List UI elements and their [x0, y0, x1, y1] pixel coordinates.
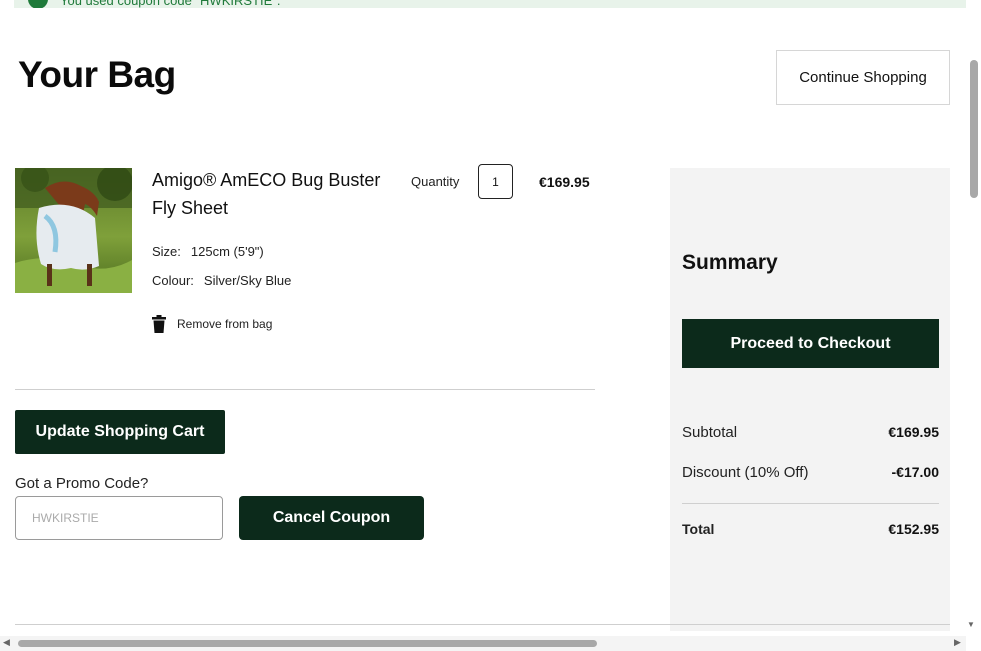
- page-title: Your Bag: [18, 54, 176, 95]
- scroll-right-arrow-icon[interactable]: ▶: [954, 637, 961, 648]
- discount-label: Discount (10% Off): [682, 464, 809, 481]
- subtotal-label: Subtotal: [682, 424, 738, 441]
- subtotal-row: Subtotal €169.95: [682, 424, 939, 441]
- size-attribute: Size: 125cm (5'9"): [152, 244, 264, 259]
- quantity-input[interactable]: [478, 164, 513, 199]
- product-name[interactable]: Amigo® AmECO Bug Buster Fly Sheet: [152, 166, 382, 222]
- remove-from-bag-label: Remove from bag: [177, 317, 273, 331]
- remove-from-bag-button[interactable]: Remove from bag: [152, 315, 272, 333]
- subtotal-value: €169.95: [888, 424, 939, 440]
- promo-code-input[interactable]: [15, 496, 223, 540]
- order-summary-panel: [670, 168, 950, 631]
- promo-code-label: Got a Promo Code?: [15, 475, 149, 492]
- colour-label: Colour:: [152, 273, 194, 288]
- product-image[interactable]: [15, 168, 132, 293]
- summary-title: Summary: [682, 251, 778, 274]
- horse-fly-sheet-photo: [15, 168, 132, 293]
- update-shopping-cart-button[interactable]: Update Shopping Cart: [15, 410, 225, 454]
- discount-value: -€17.00: [891, 464, 939, 480]
- coupon-success-message: You used coupon code "HWKIRSTIE".: [60, 0, 281, 8]
- item-price: €169.95: [539, 174, 590, 190]
- proceed-to-checkout-button[interactable]: Proceed to Checkout: [682, 319, 939, 368]
- scroll-left-arrow-icon[interactable]: ◀: [3, 637, 10, 648]
- size-label: Size:: [152, 244, 181, 259]
- colour-attribute: Colour: Silver/Sky Blue: [152, 273, 291, 288]
- cancel-coupon-button[interactable]: Cancel Coupon: [239, 496, 424, 540]
- continue-shopping-button[interactable]: Continue Shopping: [776, 50, 950, 105]
- size-value: 125cm (5'9"): [190, 244, 264, 259]
- coupon-success-banner: You used coupon code "HWKIRSTIE".: [14, 0, 966, 8]
- item-divider: [15, 389, 595, 390]
- page-bottom-divider: [15, 624, 950, 625]
- horizontal-scrollbar-thumb[interactable]: [18, 640, 597, 647]
- trash-icon: [152, 315, 166, 333]
- scroll-down-arrow-icon[interactable]: ▼: [967, 620, 975, 629]
- discount-row: Discount (10% Off) -€17.00: [682, 464, 939, 481]
- colour-value: Silver/Sky Blue: [203, 273, 292, 288]
- total-label: Total: [682, 521, 715, 537]
- total-value: €152.95: [888, 521, 939, 537]
- quantity-label: Quantity: [411, 174, 460, 189]
- check-icon: [28, 0, 48, 8]
- vertical-scrollbar-thumb[interactable]: [970, 60, 978, 198]
- summary-divider: [682, 503, 939, 504]
- total-row: Total €152.95: [682, 521, 939, 537]
